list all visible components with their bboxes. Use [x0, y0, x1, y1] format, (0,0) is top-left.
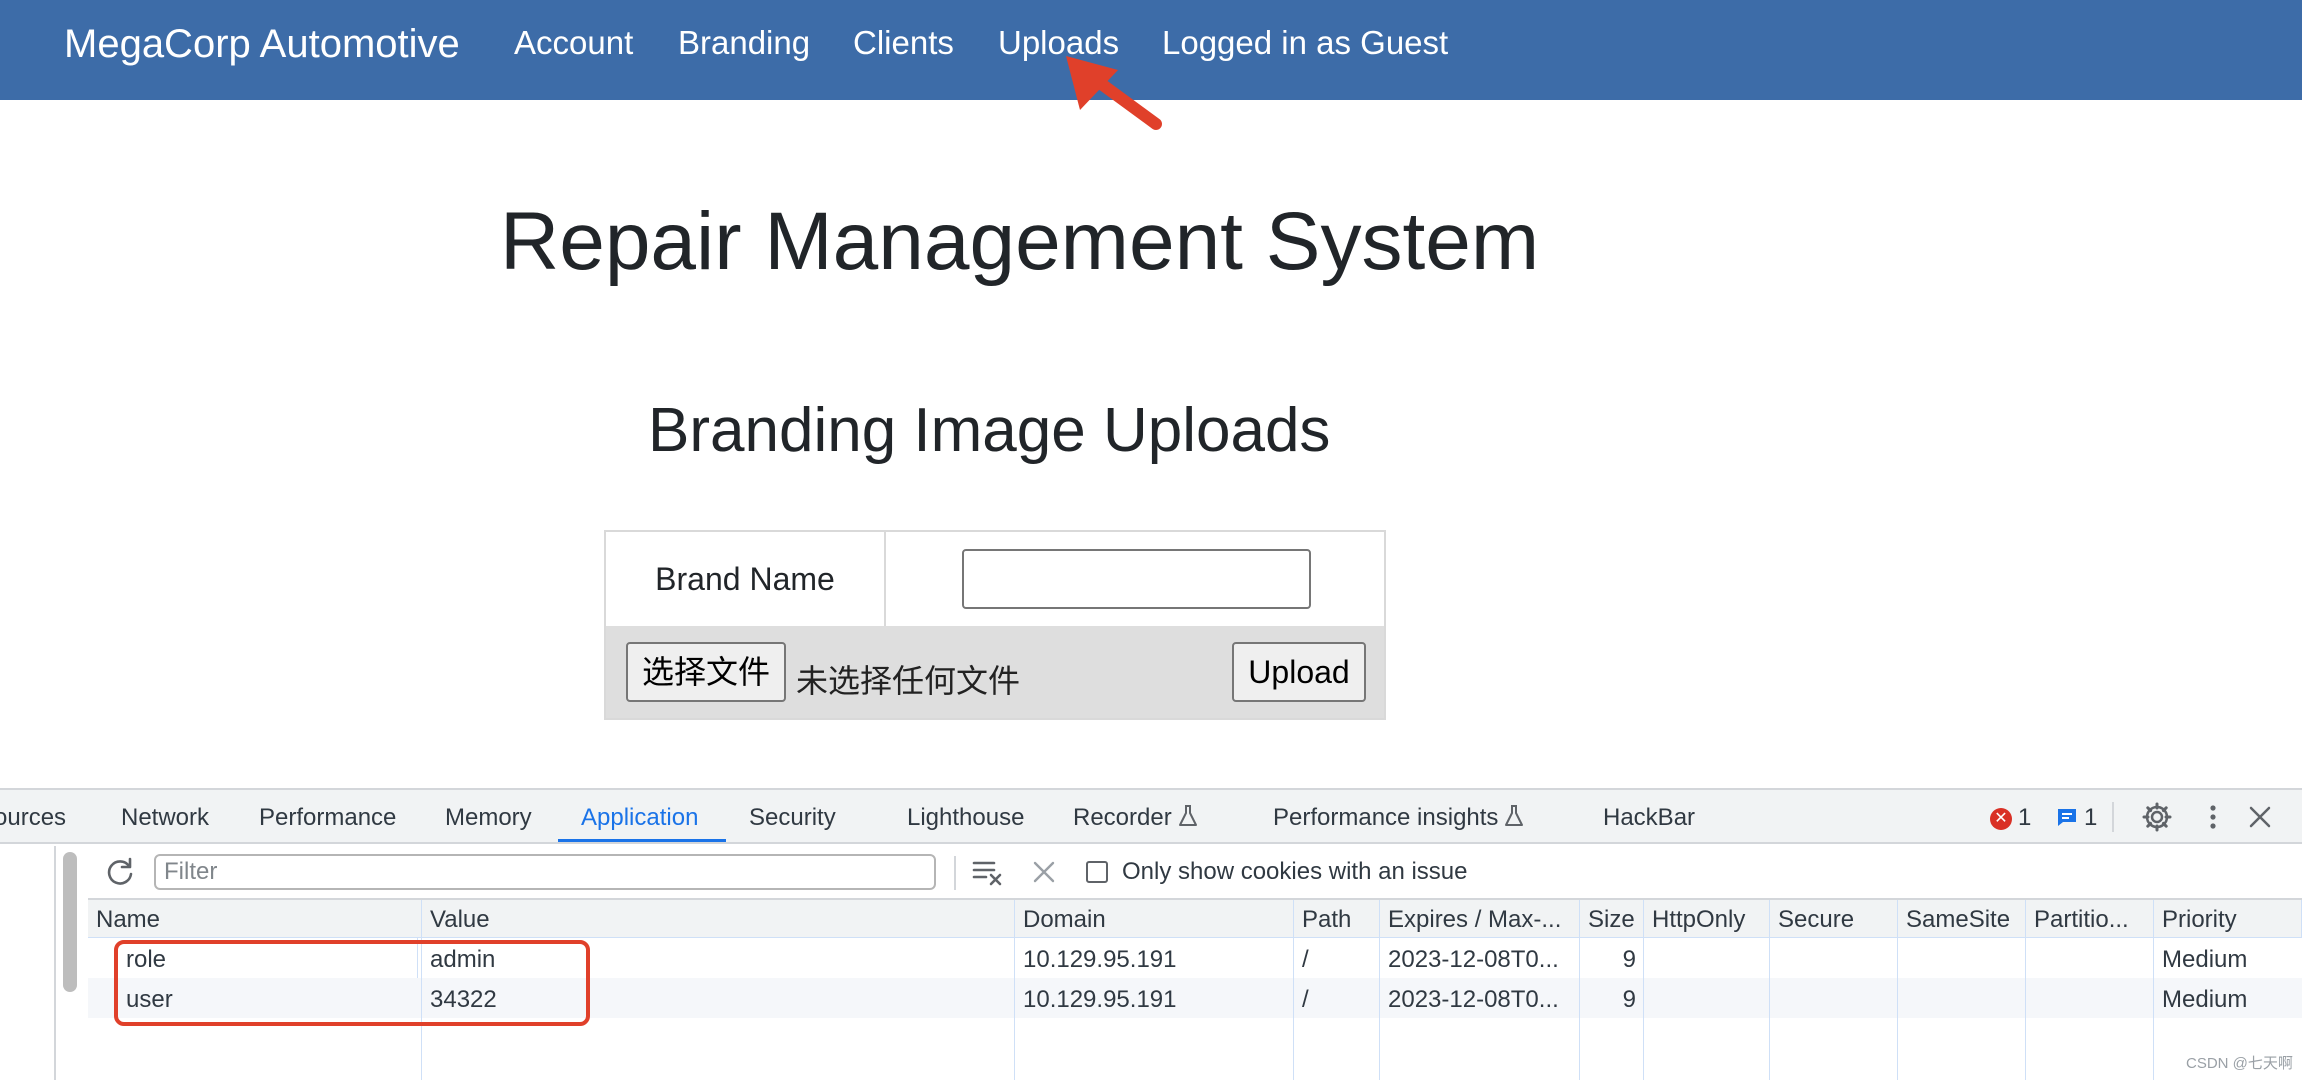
cookie-httponly[interactable]	[1644, 978, 1770, 1018]
filter-input[interactable]	[154, 854, 936, 890]
col-header-partition[interactable]: Partitio...	[2026, 900, 2154, 938]
cookie-priority[interactable]: Medium	[2154, 978, 2302, 1018]
cookie-path[interactable]: /	[1294, 978, 1380, 1018]
nav-link-logged-in[interactable]: Logged in as Guest	[1162, 24, 1448, 62]
cookie-priority[interactable]: Medium	[2154, 938, 2302, 978]
cookie-expires[interactable]: 2023-12-08T0...	[1380, 978, 1580, 1018]
cookie-secure[interactable]	[1770, 938, 1898, 978]
no-file-chosen-text: 未选择任何文件	[796, 662, 1021, 700]
section-title: Branding Image Uploads	[648, 396, 1331, 465]
watermark: CSDN @七天啊	[2186, 1055, 2293, 1072]
more-options-icon[interactable]	[2203, 802, 2223, 832]
col-header-domain[interactable]: Domain	[1015, 900, 1294, 938]
cookie-samesite[interactable]	[1898, 938, 2026, 978]
cookie-size[interactable]: 9	[1580, 978, 1644, 1018]
col-header-priority[interactable]: Priority	[2154, 900, 2302, 938]
brand-name-label: Brand Name	[606, 532, 886, 626]
col-header-path[interactable]: Path	[1294, 900, 1380, 938]
devtools-panel: ources Network Performance Memory Applic…	[0, 788, 2302, 1080]
brand-name-row: Brand Name	[606, 532, 1384, 626]
page-title: Repair Management System	[500, 196, 1540, 287]
annotation-highlight-box	[114, 940, 590, 1026]
application-sidebar	[0, 846, 56, 1080]
col-header-expires[interactable]: Expires / Max-...	[1380, 900, 1580, 938]
tab-security[interactable]: Security	[749, 804, 836, 832]
tab-recorder[interactable]: Recorder	[1073, 804, 1198, 832]
tabbar-divider	[2112, 802, 2114, 832]
settings-gear-icon[interactable]	[2142, 802, 2172, 832]
col-header-size[interactable]: Size	[1580, 900, 1644, 938]
brand-name-input[interactable]	[962, 549, 1311, 609]
refresh-icon[interactable]	[104, 856, 136, 888]
tab-performance[interactable]: Performance	[259, 804, 396, 832]
tab-performance-insights-label: Performance insights	[1273, 804, 1499, 831]
col-header-secure[interactable]: Secure	[1770, 900, 1898, 938]
tab-network[interactable]: Network	[121, 804, 209, 832]
cookie-partition[interactable]	[2026, 978, 2154, 1018]
error-icon: ✕	[1990, 808, 2012, 830]
cookie-partition[interactable]	[2026, 938, 2154, 978]
sidebar-scrollbar[interactable]	[63, 852, 77, 992]
col-header-samesite[interactable]: SameSite	[1898, 900, 2026, 938]
cookie-domain[interactable]: 10.129.95.191	[1015, 978, 1294, 1018]
tab-hackbar[interactable]: HackBar	[1603, 804, 1695, 832]
cookie-samesite[interactable]	[1898, 978, 2026, 1018]
cookie-path[interactable]: /	[1294, 938, 1380, 978]
message-count[interactable]: 1	[2056, 804, 2097, 832]
experiment-flask-icon	[1505, 805, 1524, 826]
error-count[interactable]: ✕ 1	[1990, 804, 2031, 832]
tab-performance-insights[interactable]: Performance insights	[1273, 804, 1524, 832]
tab-recorder-label: Recorder	[1073, 804, 1172, 831]
annotation-arrow-icon	[1066, 56, 1162, 130]
cookie-expires[interactable]: 2023-12-08T0...	[1380, 938, 1580, 978]
choose-file-button[interactable]: 选择文件	[626, 642, 786, 702]
col-header-httponly[interactable]: HttpOnly	[1644, 900, 1770, 938]
delete-selected-icon[interactable]	[1032, 860, 1056, 884]
error-count-value: 1	[2018, 804, 2032, 831]
cookie-secure[interactable]	[1770, 978, 1898, 1018]
file-upload-row: 选择文件 未选择任何文件 Upload	[606, 626, 1384, 718]
cookie-size[interactable]: 9	[1580, 938, 1644, 978]
nav-link-clients[interactable]: Clients	[853, 24, 954, 62]
tab-sources[interactable]: ources	[0, 804, 66, 832]
cookies-toolbar: Only show cookies with an issue	[88, 846, 2302, 900]
tab-lighthouse[interactable]: Lighthouse	[907, 804, 1024, 832]
close-devtools-icon[interactable]	[2248, 805, 2272, 829]
only-issues-checkbox[interactable]	[1086, 861, 1108, 883]
only-issues-label: Only show cookies with an issue	[1122, 858, 1468, 885]
col-header-value[interactable]: Value	[422, 900, 1015, 938]
navbar-brand[interactable]: MegaCorp Automotive	[64, 22, 460, 67]
cookie-httponly[interactable]	[1644, 938, 1770, 978]
upload-form: Brand Name 选择文件 未选择任何文件 Upload	[604, 530, 1386, 720]
tab-application[interactable]: Application	[581, 804, 698, 832]
devtools-tabbar: ources Network Performance Memory Applic…	[0, 790, 2302, 844]
active-tab-indicator	[558, 839, 726, 842]
nav-link-branding[interactable]: Branding	[678, 24, 810, 62]
toolbar-divider	[954, 856, 956, 890]
cookie-domain[interactable]: 10.129.95.191	[1015, 938, 1294, 978]
message-count-value: 1	[2084, 804, 2098, 831]
nav-link-account[interactable]: Account	[514, 24, 633, 62]
tab-memory[interactable]: Memory	[445, 804, 532, 832]
clear-all-cookies-icon[interactable]	[972, 858, 1004, 886]
experiment-flask-icon	[1178, 805, 1197, 826]
message-icon	[2058, 809, 2076, 826]
col-header-name[interactable]: Name	[88, 900, 422, 938]
upload-button[interactable]: Upload	[1232, 642, 1366, 702]
